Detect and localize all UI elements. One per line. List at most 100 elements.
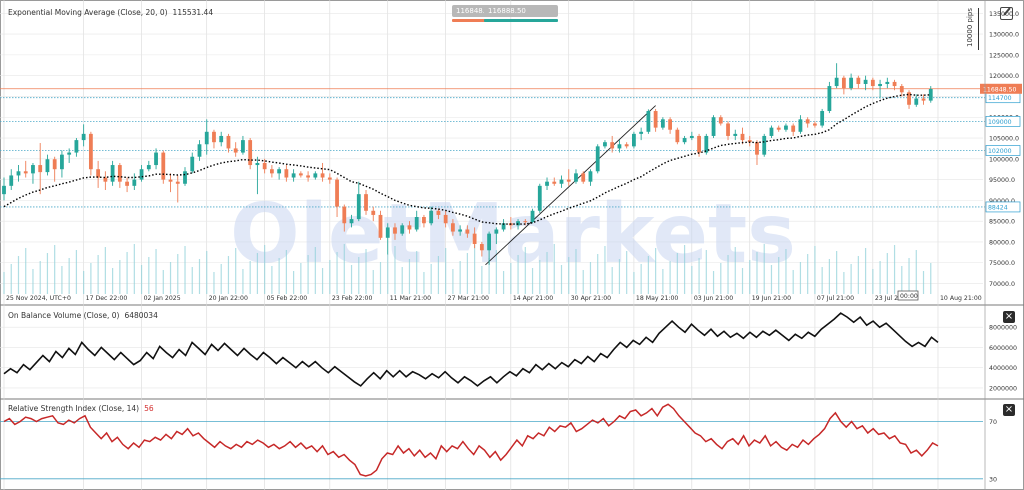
volume-bar — [249, 261, 251, 294]
candle-body — [175, 181, 180, 184]
volume-bar — [17, 256, 20, 294]
candle-body — [624, 144, 629, 147]
rsi-close-button[interactable]: × — [1003, 404, 1015, 416]
candle-body — [849, 77, 854, 89]
x-axis-tick-label: 17 Dec 22:00 — [86, 295, 128, 302]
candle-body — [248, 140, 253, 166]
volume-bar — [61, 266, 63, 294]
volume-bar — [184, 246, 186, 294]
candle-body — [204, 131, 209, 145]
volume-bar — [712, 271, 715, 294]
volume-bar — [597, 254, 599, 294]
chart-window: 25 Nov 2024, UTC+0 17 Dec 22:00 02 Jan 202… — [0, 0, 1024, 490]
volume-bar — [517, 255, 519, 294]
candle-body — [914, 98, 919, 105]
candle-body — [827, 86, 832, 112]
candle-body — [740, 133, 745, 141]
volume-bar — [191, 267, 193, 294]
candle-body — [117, 165, 122, 182]
volume-bar — [119, 260, 121, 294]
volume-bar — [140, 265, 143, 294]
price-axis-tick-label: 130000.0 — [989, 32, 1019, 39]
volume-bar — [235, 248, 237, 294]
volume-bar — [568, 257, 570, 294]
candle-body — [574, 173, 578, 182]
volume-bar — [68, 258, 70, 294]
volume-bar — [524, 247, 526, 294]
price-axis-tick-label: 120000.0 — [989, 73, 1019, 80]
volume-bar — [698, 258, 700, 294]
candle-body — [921, 98, 926, 101]
volume-bar — [539, 260, 541, 294]
volume-bar — [350, 265, 353, 294]
candle-body — [653, 111, 658, 128]
candle-body — [805, 119, 810, 124]
edit-icon[interactable] — [1000, 7, 1013, 20]
candle-body — [784, 125, 788, 130]
volume-bar — [430, 264, 432, 294]
volume-bar — [611, 267, 613, 294]
candle-body — [632, 133, 636, 147]
candle-body — [183, 171, 187, 184]
candle-body — [718, 117, 723, 124]
volume-bar — [379, 262, 382, 294]
candle-body — [885, 81, 890, 84]
volume-bar — [242, 269, 244, 294]
ask-price-button[interactable]: 116888.50 — [484, 5, 558, 22]
candle-body — [139, 169, 144, 180]
volume-bar — [112, 268, 114, 294]
volume-bar — [452, 269, 454, 294]
volume-bar — [401, 267, 403, 294]
candle-body — [313, 173, 318, 178]
candle-body — [414, 217, 419, 230]
candle-body — [226, 135, 231, 149]
volume-bar — [39, 261, 41, 294]
obv-line — [3, 312, 939, 387]
volume-bar — [459, 261, 461, 294]
volume-bar — [901, 266, 903, 294]
pips-scale-bar — [978, 8, 979, 50]
candle-body — [588, 171, 593, 182]
obv-axis-tick-label: 2000000 — [989, 385, 1017, 392]
ema-header: Exponential Moving Average (Close, 20, 0… — [8, 8, 213, 17]
volume-bar — [3, 272, 5, 294]
candle-body — [928, 88, 933, 101]
volume-bar — [177, 254, 179, 294]
volume-bar — [198, 259, 201, 294]
rsi-line — [3, 403, 939, 477]
candle-body — [23, 171, 28, 174]
candle-body — [154, 152, 158, 166]
volume-bar — [278, 258, 280, 294]
candle-body — [161, 152, 166, 180]
volume-bar — [915, 250, 917, 294]
candle-body — [762, 135, 767, 155]
candle-body — [841, 77, 846, 89]
volume-bar — [589, 262, 592, 294]
obv-close-button[interactable]: × — [1003, 311, 1015, 323]
candle-body — [219, 135, 224, 143]
obv-indicator-value: 6480034 — [124, 311, 158, 320]
candle-body — [306, 175, 310, 178]
volume-bar — [908, 258, 910, 294]
candle-body — [407, 225, 412, 230]
candle-body — [356, 194, 361, 220]
x-axis-tick-label: 05 Feb 22:00 — [267, 295, 308, 302]
price-axis-tick-label: 80000.0 — [989, 239, 1015, 246]
candle-body — [697, 135, 701, 153]
candle-body — [559, 179, 564, 184]
volume-bar — [836, 251, 838, 294]
candle-body — [813, 123, 817, 126]
candle-body — [16, 171, 21, 176]
volume-bar — [300, 263, 302, 294]
candle-body — [96, 169, 101, 178]
volume-bar — [922, 271, 925, 294]
candle-body — [769, 127, 774, 136]
candle-body — [870, 79, 875, 87]
candle-body — [530, 210, 535, 223]
candle-body — [2, 185, 6, 195]
chart-canvas[interactable]: 25 Nov 2024, UTC+0 17 Dec 22:00 02 Jan 202… — [0, 0, 1024, 490]
volume-bar — [133, 244, 135, 294]
volume-bar — [10, 264, 12, 294]
volume-bar — [734, 247, 736, 294]
volume-bar — [785, 249, 787, 294]
